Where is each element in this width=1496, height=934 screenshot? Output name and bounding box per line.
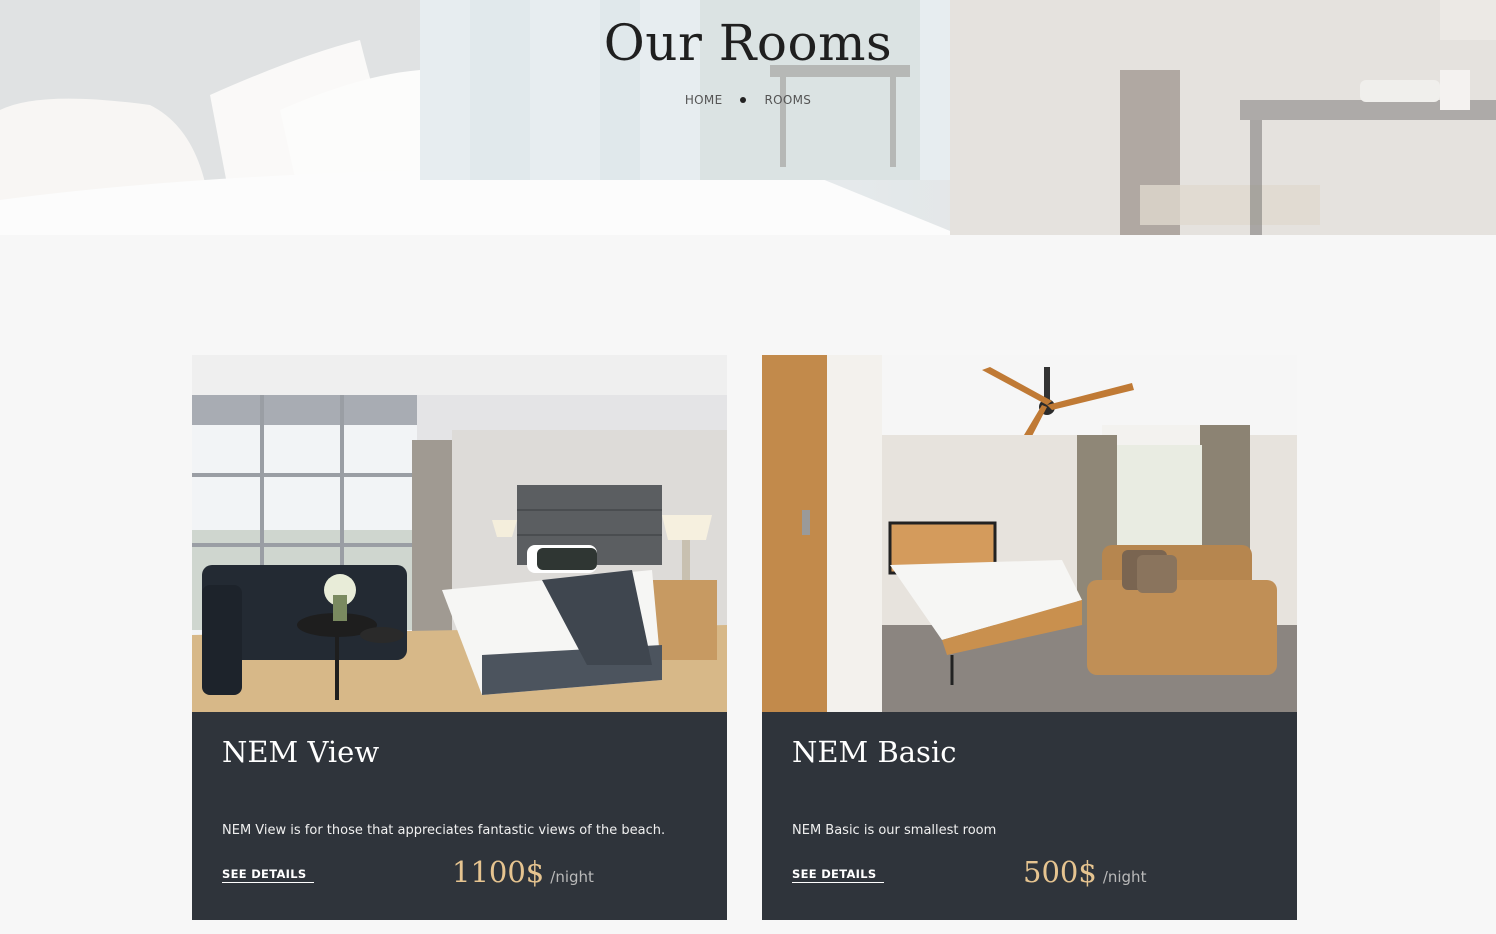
- page-hero: Our Rooms HOME ROOMS: [0, 0, 1496, 235]
- price-amount: 1100$: [452, 855, 545, 889]
- breadcrumb-separator-dot: [740, 97, 747, 103]
- room-price: 500$ /night: [1023, 855, 1146, 889]
- breadcrumb-home-link[interactable]: HOME: [685, 93, 723, 107]
- see-details-link[interactable]: SEE DETAILS: [222, 867, 315, 883]
- room-title: NEM Basic: [792, 735, 957, 769]
- room-image-nem-basic[interactable]: [762, 355, 1297, 712]
- room-image-nem-view[interactable]: [192, 355, 727, 712]
- room-description: NEM Basic is our smallest room: [792, 823, 997, 838]
- page-title: Our Rooms: [603, 14, 893, 72]
- price-unit: /night: [550, 868, 594, 886]
- breadcrumb-current: ROOMS: [764, 93, 812, 107]
- price-unit: /night: [1102, 868, 1147, 886]
- room-description: NEM View is for those that appreciates f…: [222, 823, 666, 838]
- room-title: NEM View: [222, 735, 380, 769]
- breadcrumb: HOME ROOMS: [0, 93, 1496, 107]
- see-details-link[interactable]: SEE DETAILS: [792, 867, 885, 883]
- room-card-nem-view: NEM View NEM View is for those that appr…: [192, 355, 727, 920]
- room-card-nem-basic: NEM Basic NEM Basic is our smallest room…: [762, 355, 1297, 920]
- price-amount: 500$: [1023, 855, 1097, 889]
- room-price: 1100$ /night: [452, 855, 594, 889]
